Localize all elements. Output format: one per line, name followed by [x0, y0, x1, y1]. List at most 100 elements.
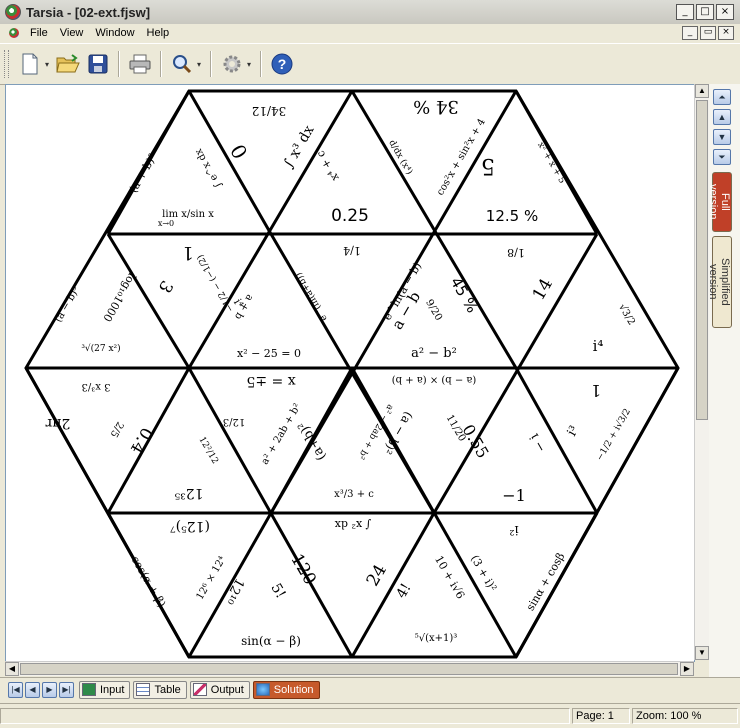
print-button[interactable] — [127, 51, 153, 77]
piece-text: 14 — [529, 275, 557, 304]
tab-output-label: Output — [210, 683, 244, 696]
minimize-button[interactable]: _ — [676, 4, 694, 20]
piece-text: 12²/12 — [196, 435, 219, 466]
piece-text: i² — [509, 522, 518, 537]
puzzle-canvas[interactable]: lim x/sin x x→0 ∫ e^x dx (a + b)³ 34/12 … — [5, 84, 695, 662]
next-page-button[interactable]: ▼ — [713, 129, 731, 145]
piece-text: 34/12 — [252, 104, 287, 118]
piece-text: x⁴ + c — [314, 148, 342, 183]
vertical-scroll-thumb[interactable] — [696, 100, 708, 420]
doc-restore-button[interactable]: ▭ — [700, 26, 716, 40]
toolbar-separator — [160, 51, 163, 77]
options-button[interactable] — [219, 51, 245, 77]
simplified-version-tab[interactable]: Simplified version — [707, 236, 732, 328]
piece-text: x² + x + 5 — [535, 141, 567, 186]
piece-text: 24 — [363, 561, 391, 590]
piece-text: 12³⁵ — [174, 485, 203, 501]
piece-text: i⁴ — [593, 337, 604, 355]
version-sidebar: ⏶ ▲ ▼ ⏷ Full version Simplified version — [707, 84, 740, 677]
help-button[interactable]: ? — [269, 51, 295, 77]
piece-text: 2/5 — [108, 420, 126, 439]
menu-help[interactable]: Help — [141, 27, 176, 39]
piece-text: − i — [527, 431, 550, 455]
piece-text: 5 — [481, 153, 495, 178]
tab-last-button[interactable]: ▶| — [59, 681, 74, 698]
piece-text: −1/2 + i√3/2 — [594, 407, 633, 463]
close-button[interactable]: × — [716, 4, 734, 20]
piece-text: 2πr — [45, 415, 70, 431]
piece-text: (a + b)³ — [127, 151, 160, 195]
piece-text: x² − 25 = 0 — [237, 347, 301, 360]
gear-icon — [223, 55, 241, 73]
last-page-button[interactable]: ⏷ — [713, 149, 731, 165]
piece-text: 45 % — [447, 274, 482, 316]
svg-text:?: ? — [278, 56, 287, 72]
zoom-button[interactable] — [169, 51, 195, 77]
toolbar-grip[interactable] — [4, 50, 9, 78]
piece-text: −1 — [502, 486, 526, 505]
piece-text: x = ±5 — [246, 373, 295, 389]
doc-close-button[interactable]: × — [718, 26, 734, 40]
menu-window[interactable]: Window — [89, 27, 140, 39]
piece-text: x→0 — [158, 219, 174, 228]
scroll-up-button[interactable]: ▲ — [695, 84, 709, 98]
piece-text: ⁵√(x+1)³ — [415, 633, 458, 644]
output-icon — [192, 683, 207, 696]
new-file-icon — [22, 53, 38, 75]
piece-text: 4! — [393, 581, 414, 602]
piece-text: 12¹⁰ — [220, 575, 246, 606]
vertical-scrollbar[interactable]: ▲ ▼ — [694, 84, 709, 660]
piece-text: (a+b)² — [295, 419, 329, 463]
piece-text: (a − b)³ — [53, 285, 82, 324]
piece-text: ∫ e^x dx — [193, 146, 224, 190]
piece-text: 0.55 — [458, 421, 492, 461]
new-file-dropdown[interactable]: ▾ — [45, 60, 49, 69]
piece-text: sin(α − β) — [241, 634, 301, 648]
window-title: Tarsia - [02-ext.fjsw] — [26, 4, 151, 20]
piece-text: 9/20 — [423, 298, 444, 323]
tab-prev-button[interactable]: ◀ — [25, 681, 40, 698]
piece-text: 0 — [226, 140, 253, 163]
solution-icon — [255, 683, 270, 696]
scroll-right-button[interactable]: ▶ — [680, 662, 694, 676]
piece-text: 12/3 — [223, 416, 245, 427]
app-icon — [5, 4, 21, 20]
piece-text: a² + 2ab + b² — [260, 402, 304, 467]
piece-text: 5! — [267, 581, 288, 602]
magnifier-icon — [173, 55, 192, 74]
tab-solution-label: Solution — [273, 683, 314, 696]
tab-next-button[interactable]: ▶ — [42, 681, 57, 698]
piece-text: (12⁵)⁷ — [170, 518, 210, 534]
new-file-button[interactable] — [17, 51, 43, 77]
menu-file[interactable]: File — [24, 27, 54, 39]
piece-text: 1/4 — [343, 244, 361, 257]
zoom-dropdown[interactable]: ▾ — [197, 60, 201, 69]
previous-page-button[interactable]: ▲ — [713, 109, 731, 125]
doc-minimize-button[interactable]: _ — [682, 26, 698, 40]
full-version-tab[interactable]: Full version — [707, 172, 732, 232]
piece-text: 12.5 % — [486, 207, 538, 225]
tab-output[interactable]: Output — [189, 680, 250, 699]
document-icon[interactable] — [9, 28, 19, 38]
maximize-button[interactable]: □ — [696, 4, 714, 20]
piece-text: 34 % — [413, 96, 459, 117]
first-page-button[interactable]: ⏶ — [713, 89, 731, 105]
scroll-down-button[interactable]: ▼ — [695, 646, 709, 660]
open-button[interactable] — [55, 51, 81, 77]
horizontal-scrollbar[interactable]: ◀ ▶ — [5, 661, 694, 676]
save-button[interactable] — [85, 51, 111, 77]
tab-table[interactable]: Table — [133, 680, 187, 699]
piece-text: e^(ln(a+b)) — [293, 271, 330, 323]
menu-view[interactable]: View — [54, 27, 90, 39]
help-icon: ? — [271, 53, 293, 75]
tab-first-button[interactable]: |◀ — [8, 681, 23, 698]
horizontal-scroll-thumb[interactable] — [20, 663, 678, 675]
piece-text: √3/2 — [616, 302, 637, 327]
toolbar: ▾ ▾ ▾ ? — [0, 43, 740, 85]
piece-text: cos(α + β) — [129, 554, 169, 610]
scroll-left-button[interactable]: ◀ — [5, 662, 19, 676]
tab-solution[interactable]: Solution — [252, 680, 320, 699]
status-page: Page: 1 — [572, 708, 630, 724]
options-dropdown[interactable]: ▾ — [247, 60, 251, 69]
tab-input[interactable]: Input — [79, 680, 131, 699]
